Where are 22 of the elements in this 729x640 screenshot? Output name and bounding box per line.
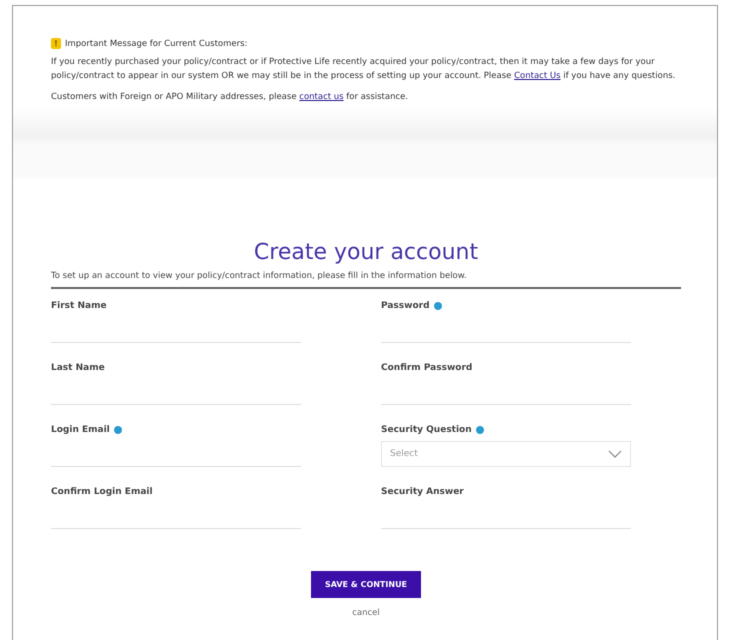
cancel-link[interactable]: cancel [352, 608, 380, 618]
notice-text: If you recently purchased your policy/contract or if Protective Life recently acquired your policy/contract, then it may take a few days for your policy/contract to appear in our system OR we may still be in the process of setting up your account. Please Contact Us if you have any questions. [51, 56, 676, 83]
save-continue-button[interactable]: SAVE & CONTINUE [310, 571, 422, 598]
form-intro: To set up an account to view your policy/contract information, please fill in the information below. [51, 265, 681, 289]
form-title: Create your account [252, 240, 480, 265]
notice-title: Important Message for Current Customers: [65, 38, 248, 48]
field-label: Confirm Password [381, 363, 472, 373]
field-label: First Name [51, 301, 107, 311]
field-label: Last Name [51, 363, 105, 373]
notice-text: Customers with Foreign or APO Military addresses, please contact us for assistance. [51, 91, 410, 104]
field-label: Security Question [381, 425, 472, 435]
warning-icon: ! [51, 38, 61, 49]
info-icon[interactable] [114, 426, 122, 434]
field-label: Security Answer [381, 487, 464, 497]
field-label: Confirm Login Email [51, 487, 153, 497]
info-icon[interactable] [434, 302, 442, 310]
field-label: Login Email [51, 425, 110, 435]
contact-link[interactable]: contact us [299, 92, 344, 102]
field-label: Password [381, 301, 430, 311]
contact-link[interactable]: Contact Us [514, 71, 561, 81]
chevron-icon [608, 450, 622, 458]
info-icon[interactable] [476, 426, 484, 434]
